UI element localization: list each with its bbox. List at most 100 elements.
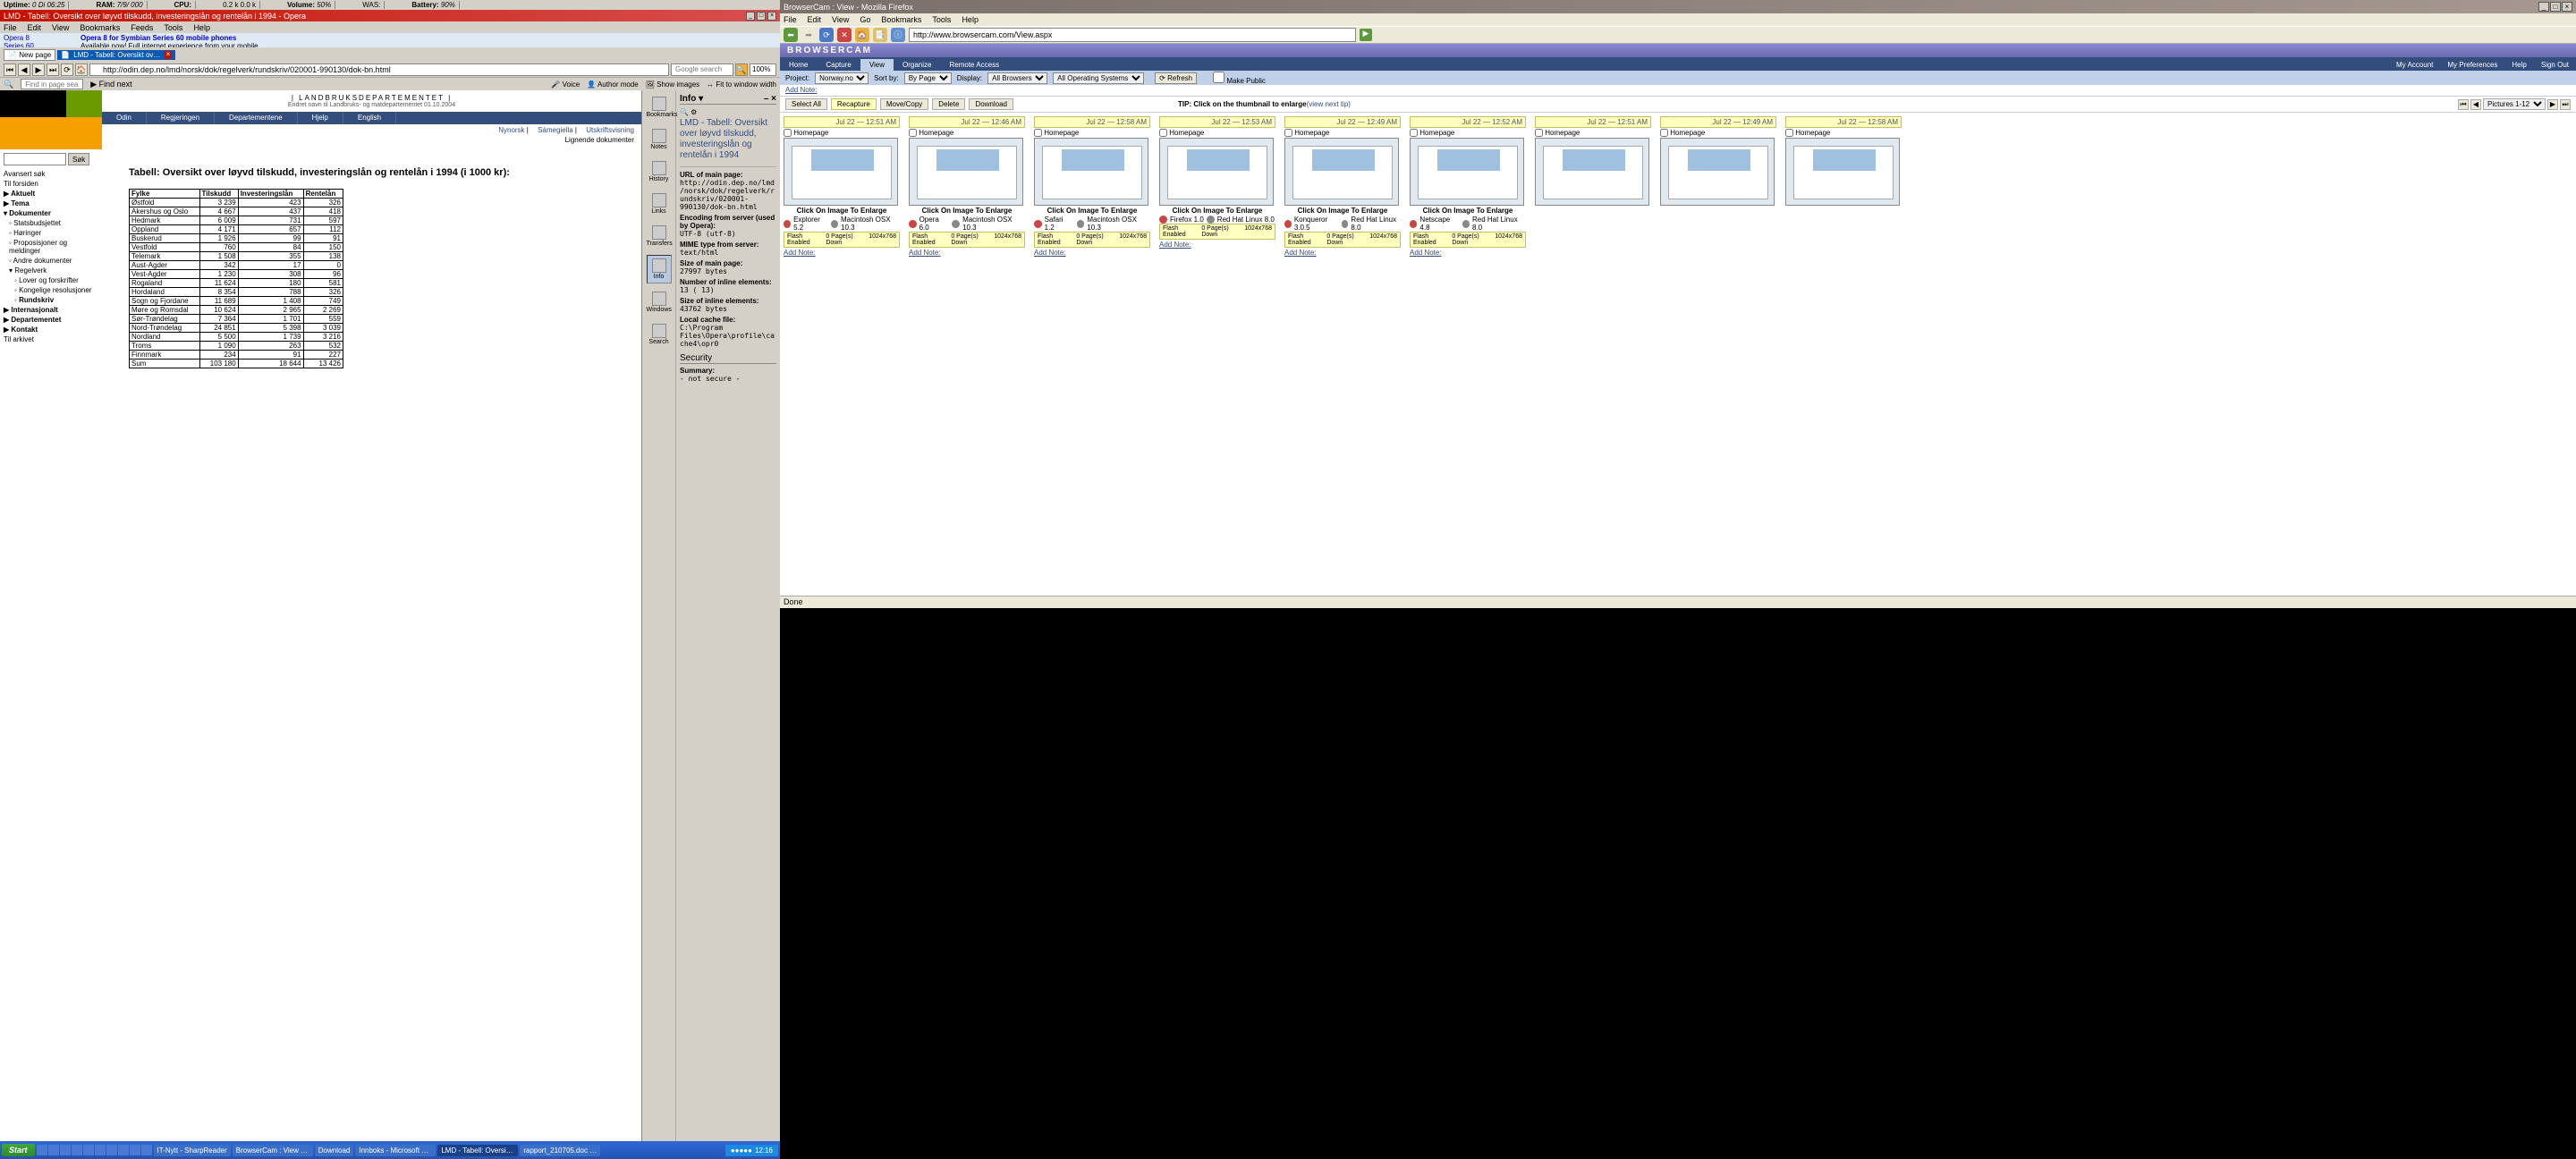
nav-odin[interactable]: Odin xyxy=(102,112,147,124)
enlarge-link[interactable]: Click On Image To Enlarge xyxy=(909,206,1025,216)
thumbnail-image[interactable] xyxy=(1535,138,1649,206)
info-button[interactable]: ⓘ xyxy=(891,28,905,42)
fit-width-button[interactable]: ↔ Fit to window width xyxy=(707,80,776,89)
panel-close-icon[interactable]: – × xyxy=(764,94,776,104)
find-next-button[interactable]: ▶ Find next xyxy=(90,80,131,89)
thumb-checkbox[interactable] xyxy=(1660,129,1668,137)
site-search-button[interactable]: Søk xyxy=(68,153,89,165)
pager-prev[interactable]: ◀ xyxy=(2470,99,2481,110)
minimize-button[interactable]: _ xyxy=(2538,2,2549,12)
add-note-link[interactable]: Add Note: xyxy=(1284,248,1401,258)
enlarge-link[interactable]: Click On Image To Enlarge xyxy=(1159,206,1275,216)
firefox-url-input[interactable] xyxy=(909,28,1356,42)
nav-regjeringen[interactable]: Regjeringen xyxy=(147,112,215,124)
add-note-link[interactable]: Add Note: xyxy=(909,248,1025,258)
panel-transfers[interactable]: Transfers xyxy=(647,223,672,250)
task-button[interactable]: rapport_210705.doc - Mi… xyxy=(520,1145,600,1156)
add-note-link[interactable]: Add Note: xyxy=(784,248,900,258)
site-search-input[interactable] xyxy=(4,153,66,165)
thumbnail-image[interactable] xyxy=(1159,138,1274,206)
menu-tools[interactable]: Tools xyxy=(164,23,182,32)
thumbnail-image[interactable] xyxy=(1284,138,1399,206)
menu-bookmarks[interactable]: Bookmarks xyxy=(80,23,120,32)
close-button[interactable]: × xyxy=(2562,2,2572,12)
task-button[interactable]: LMD - Tabell: Oversikt… xyxy=(437,1145,518,1156)
thumb-checkbox[interactable] xyxy=(909,129,917,137)
panel-links[interactable]: Links xyxy=(647,190,672,217)
nav-departementene[interactable]: Departementene xyxy=(215,112,298,124)
pager-select[interactable]: Pictures 1-12 xyxy=(2483,98,2546,110)
back-button[interactable]: ⬅ xyxy=(784,28,798,42)
nav-hjelp[interactable]: Hjelp xyxy=(298,112,343,124)
link-samegiella[interactable]: Sámegiella xyxy=(538,126,573,134)
reload-button[interactable]: ⟳ xyxy=(61,63,73,76)
show-images-button[interactable]: 🖼 Show images xyxy=(646,80,699,89)
thumbnail-image[interactable] xyxy=(1785,138,1900,206)
delete-button[interactable]: Delete xyxy=(932,98,965,110)
add-note-link[interactable]: Add Note: xyxy=(1034,248,1150,258)
move-copy-button[interactable]: Move/Copy xyxy=(880,98,928,110)
task-button[interactable]: Innboks - Microsoft Outl… xyxy=(355,1145,436,1156)
close-button[interactable]: × xyxy=(767,12,776,21)
recapture-button[interactable]: Recapture xyxy=(831,98,877,110)
menu-view[interactable]: View xyxy=(52,23,69,32)
tab-close-icon[interactable]: × xyxy=(164,51,172,59)
link-utskrift[interactable]: Utskriftsvisning xyxy=(586,126,634,134)
thumbnail-image[interactable] xyxy=(1410,138,1524,206)
download-button[interactable]: Download xyxy=(969,98,1013,110)
search-go-button[interactable]: 🔍 xyxy=(735,63,748,76)
url-input[interactable] xyxy=(89,63,669,76)
task-button[interactable]: BrowserCam : View - Mo… xyxy=(233,1145,313,1156)
panel-windows[interactable]: Windows xyxy=(647,289,672,316)
menu-help[interactable]: Help xyxy=(193,23,210,32)
enlarge-link[interactable]: Click On Image To Enlarge xyxy=(1410,206,1526,216)
thumb-checkbox[interactable] xyxy=(1785,129,1793,137)
enlarge-link[interactable]: Click On Image To Enlarge xyxy=(1034,206,1150,216)
site-logo[interactable] xyxy=(0,90,102,149)
pager-next[interactable]: ▶ xyxy=(2547,99,2558,110)
pager-last[interactable]: ⏭ xyxy=(2560,99,2571,110)
enlarge-link[interactable]: Click On Image To Enlarge xyxy=(784,206,900,216)
panel-search[interactable]: Search xyxy=(647,321,672,348)
opera-ad-banner[interactable]: Opera 8Series 60 Opera 8 for Symbian Ser… xyxy=(0,33,780,47)
display-browsers-select[interactable]: All Browsers xyxy=(987,72,1047,84)
panel-info[interactable]: Info xyxy=(647,255,672,283)
pager-first[interactable]: ⏮ xyxy=(2458,99,2469,110)
display-os-select[interactable]: All Operating Systems xyxy=(1053,72,1144,84)
system-tray[interactable]: ●●●●●12:16 xyxy=(725,1145,778,1156)
enlarge-link[interactable]: Click On Image To Enlarge xyxy=(1284,206,1401,216)
back-button[interactable]: ◀ xyxy=(18,63,30,76)
thumb-checkbox[interactable] xyxy=(1410,129,1418,137)
home-button[interactable]: 🏠 xyxy=(855,28,869,42)
start-button[interactable]: Start xyxy=(2,1144,35,1156)
task-button[interactable]: Download xyxy=(315,1145,354,1156)
reload-button[interactable]: ⟳ xyxy=(819,28,834,42)
thumb-checkbox[interactable] xyxy=(1535,129,1543,137)
forward-button[interactable]: ➡ xyxy=(801,28,816,42)
add-note-link[interactable]: Add Note: xyxy=(1159,240,1275,250)
zoom-select[interactable] xyxy=(750,63,776,76)
panel-notes[interactable]: Notes xyxy=(647,126,672,153)
add-note-top[interactable]: Add Note: xyxy=(780,85,2576,97)
panel-history[interactable]: History xyxy=(647,158,672,185)
thumb-checkbox[interactable] xyxy=(784,129,792,137)
minimize-button[interactable]: _ xyxy=(746,12,755,21)
make-public-checkbox[interactable] xyxy=(1213,72,1224,83)
page-viewport[interactable]: | LANDBRUKSDEPARTEMENTET | Endret navn t… xyxy=(0,90,641,1141)
menu-feeds[interactable]: Feeds xyxy=(131,23,153,32)
thumbnail-image[interactable] xyxy=(1034,138,1148,206)
thumbnail-image[interactable] xyxy=(784,138,898,206)
refresh-button[interactable]: ⟳ Refresh xyxy=(1155,72,1197,84)
select-all-button[interactable]: Select All xyxy=(785,98,827,110)
task-button[interactable]: IT-Nytt - SharpReader xyxy=(154,1145,231,1156)
page-tab-active[interactable]: 📄 LMD - Tabell: Oversikt ov…× xyxy=(57,50,175,60)
thumbnail-image[interactable] xyxy=(1660,138,1775,206)
google-search-input[interactable] xyxy=(671,63,733,76)
sort-select[interactable]: By Page xyxy=(904,72,952,84)
link-lignende[interactable]: Lignende dokumenter xyxy=(565,136,634,144)
thumbnail-image[interactable] xyxy=(909,138,1023,206)
stop-button[interactable]: ✕ xyxy=(837,28,852,42)
maximize-button[interactable]: □ xyxy=(757,12,766,21)
maximize-button[interactable]: □ xyxy=(2550,2,2561,12)
author-mode-button[interactable]: 👤 Author mode xyxy=(587,80,639,89)
